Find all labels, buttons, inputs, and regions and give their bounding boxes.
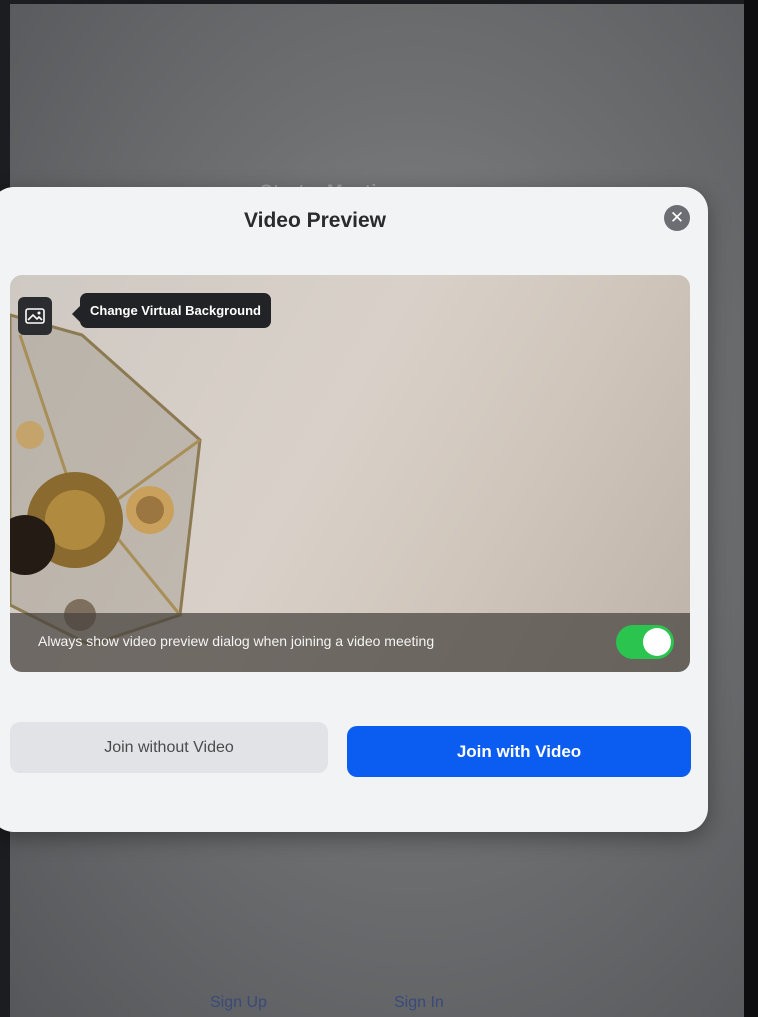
sign-up-link[interactable]: Sign Up (210, 994, 267, 1012)
join-with-video-button[interactable]: Join with Video (347, 726, 691, 777)
preview-preference-bar: Always show video preview dialog when jo… (10, 613, 690, 672)
close-icon[interactable]: ✕ (664, 205, 690, 231)
toggle-knob (643, 628, 671, 656)
device-screen: Start a Meeting Sign Up Sign In Video Pr… (0, 4, 744, 1017)
sign-in-link[interactable]: Sign In (394, 994, 444, 1012)
image-icon (25, 308, 45, 324)
always-show-preview-toggle[interactable] (616, 625, 674, 659)
camera-preview: Change Virtual Background Always show vi… (10, 275, 690, 672)
video-preview-dialog: Video Preview ✕ Change Virtual Backgroun… (0, 187, 708, 832)
device-bezel (744, 0, 758, 1017)
virtual-background-tooltip: Change Virtual Background (72, 293, 271, 328)
always-show-preview-label: Always show video preview dialog when jo… (38, 633, 435, 649)
join-without-video-button[interactable]: Join without Video (10, 722, 328, 773)
dialog-title: Video Preview (243, 209, 387, 232)
change-virtual-background-button[interactable] (18, 297, 52, 335)
